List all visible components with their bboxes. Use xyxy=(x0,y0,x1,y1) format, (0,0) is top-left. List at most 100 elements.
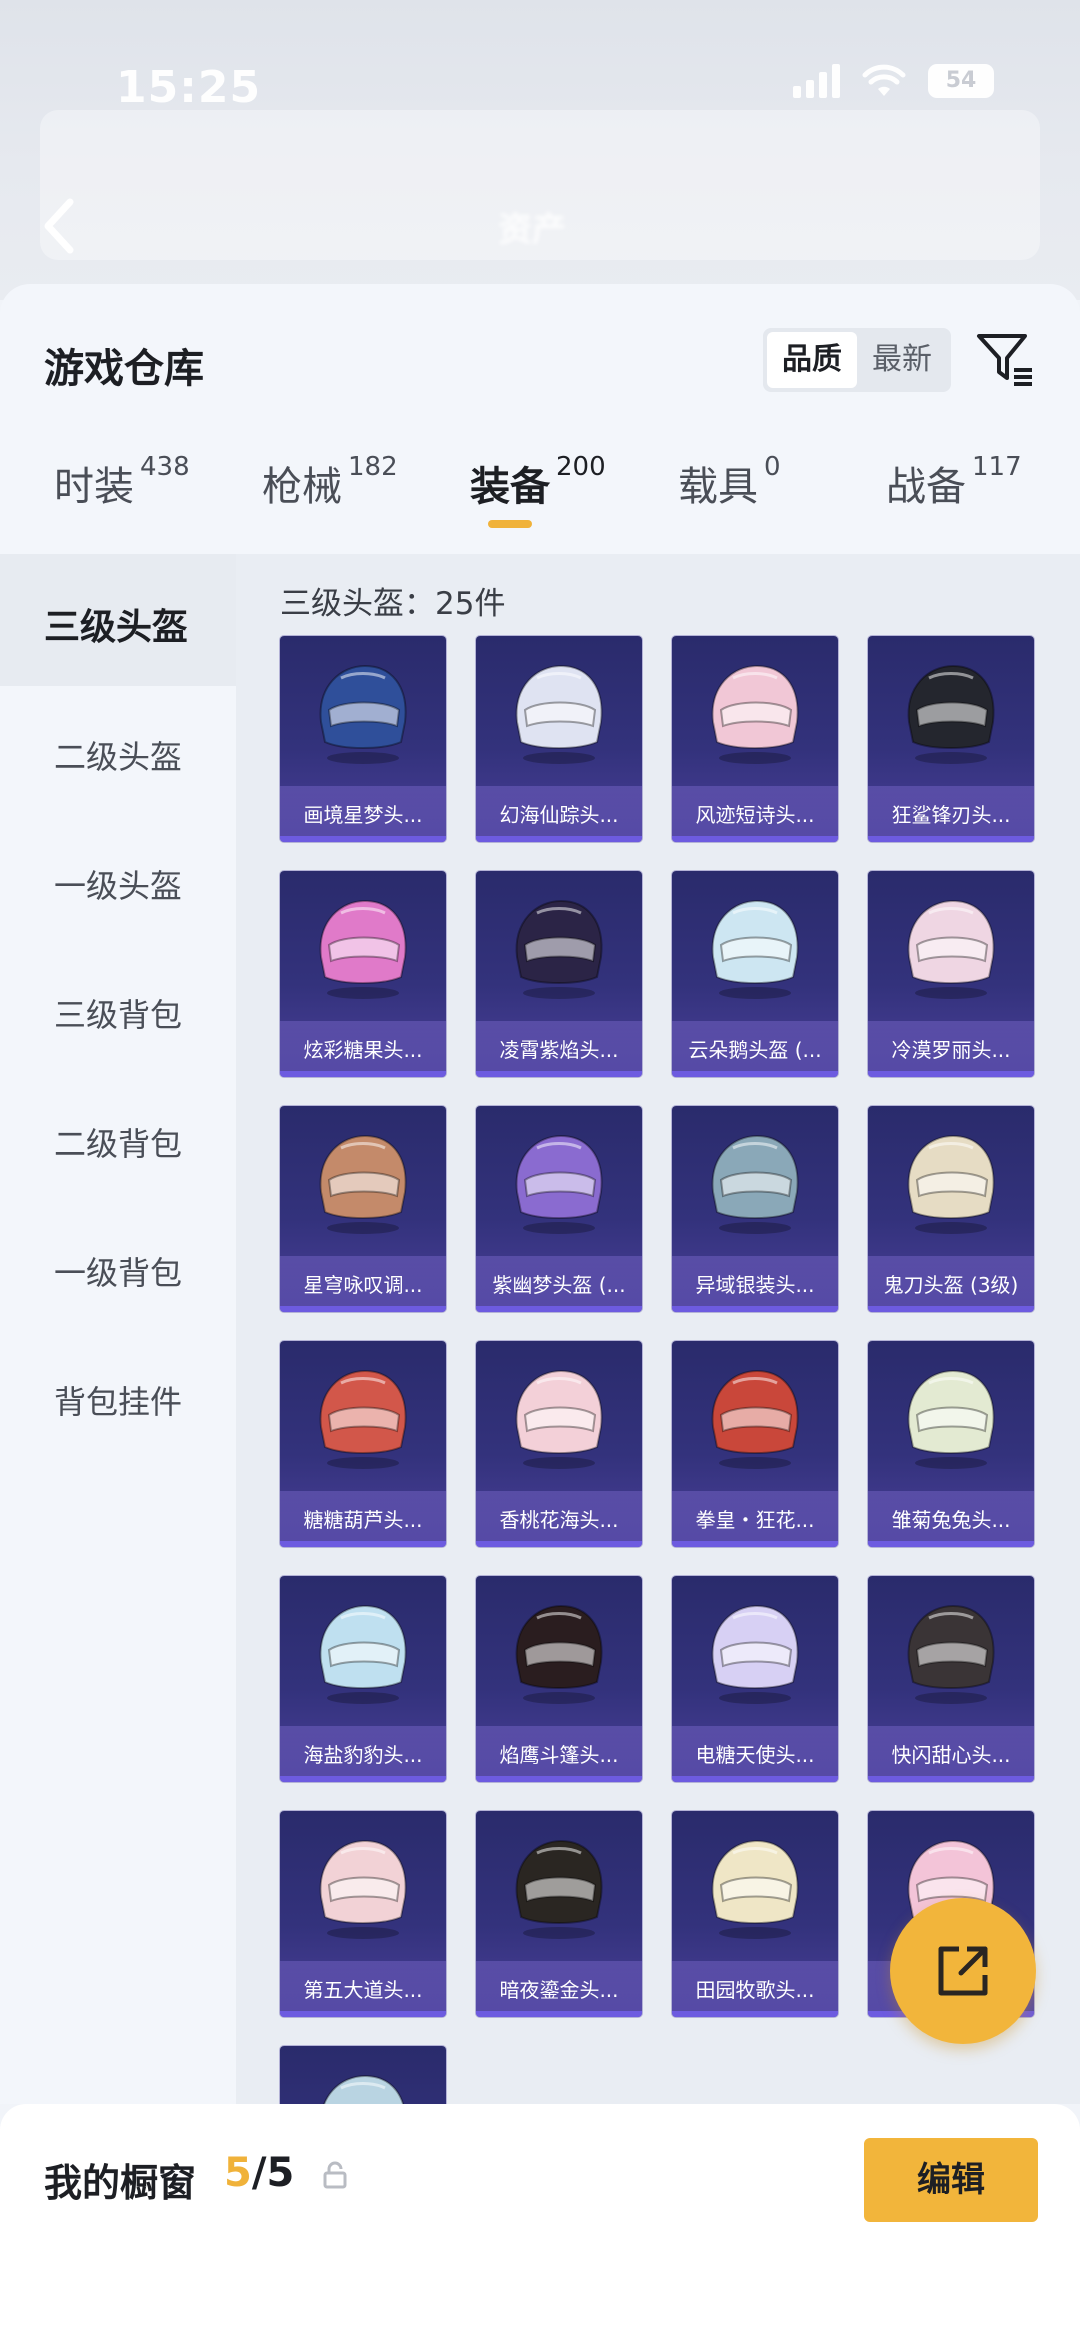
blurred-tab-label: 资产 xyxy=(498,210,566,250)
item-grid-area: 三级头盔：25件 画境星梦头... 幻海仙踪头... 风迹短诗头... 狂鲨锋刃头..… xyxy=(236,554,1080,2104)
sort-toggle: 品质 最新 xyxy=(763,328,951,392)
helmet-icon xyxy=(907,1134,995,1234)
section-title: 三级头盔：25件 xyxy=(280,586,506,622)
item-name: 画境星梦头... xyxy=(303,803,423,827)
signal-icon xyxy=(793,64,840,98)
item-card[interactable]: 画境星梦头... xyxy=(280,636,446,842)
showcase-separator: / xyxy=(251,2150,267,2196)
tab-label: 时装 xyxy=(54,464,134,510)
sidebar-item-level2-backpack[interactable]: 二级背包 xyxy=(0,1119,236,1165)
sidebar-item-level3-helmet[interactable]: 三级头盔 xyxy=(0,598,236,650)
item-card[interactable]: 鬼刀头盔 (3级) xyxy=(868,1106,1034,1312)
filter-funnel-icon xyxy=(977,334,1032,386)
share-icon xyxy=(938,1946,988,1996)
item-name: 拳皇・狂花... xyxy=(695,1508,815,1532)
item-name: 田园牧歌头... xyxy=(695,1978,815,2002)
item-rarity-line xyxy=(868,1776,1034,1782)
item-rarity-line xyxy=(672,836,838,842)
item-card[interactable]: 雏菊兔兔头... xyxy=(868,1341,1034,1547)
tab-vehicles[interactable]: 载具 0 xyxy=(678,452,781,512)
item-card[interactable]: 异域银装头... xyxy=(672,1106,838,1312)
sort-option-quality[interactable]: 品质 xyxy=(767,332,857,388)
status-icons: 54 xyxy=(793,64,994,98)
tab-label: 枪械 xyxy=(262,464,342,510)
filter-button[interactable] xyxy=(974,328,1036,390)
item-rarity-line xyxy=(476,1306,642,1312)
helmet-icon xyxy=(907,1369,995,1469)
item-card[interactable] xyxy=(280,2046,446,2104)
helmet-icon xyxy=(319,899,407,999)
sort-option-latest[interactable]: 最新 xyxy=(857,332,947,388)
item-rarity-line xyxy=(476,2011,642,2017)
item-name: 幻海仙踪头... xyxy=(499,803,619,827)
item-name: 糖糖葫芦头... xyxy=(303,1508,423,1532)
showcase-bar: 我的橱窗 5/5 编辑 xyxy=(0,2104,1080,2348)
item-name: 异域银装头... xyxy=(695,1273,815,1297)
helmet-icon xyxy=(319,1839,407,1939)
item-card[interactable]: 焰鹰斗篷头... xyxy=(476,1576,642,1782)
helmet-icon xyxy=(515,664,603,764)
item-card[interactable]: 幻海仙踪头... xyxy=(476,636,642,842)
item-card[interactable]: 第五大道头... xyxy=(280,1811,446,2017)
helmet-icon xyxy=(515,1369,603,1469)
item-card[interactable]: 暗夜鎏金头... xyxy=(476,1811,642,2017)
showcase-title: 我的橱窗 xyxy=(44,2161,197,2205)
back-arrow-icon[interactable] xyxy=(40,196,80,256)
helmet-icon xyxy=(319,1369,407,1469)
item-name: 快闪甜心头... xyxy=(891,1743,1011,1767)
item-card[interactable]: 狂鲨锋刃头... xyxy=(868,636,1034,842)
edit-button[interactable]: 编辑 xyxy=(864,2138,1038,2222)
helmet-icon xyxy=(711,664,799,764)
item-card[interactable]: 风迹短诗头... xyxy=(672,636,838,842)
lock-icon xyxy=(323,2161,347,2189)
tab-label: 装备 xyxy=(470,464,550,510)
item-name: 鬼刀头盔 (3级) xyxy=(883,1273,1019,1297)
item-name: 焰鹰斗篷头... xyxy=(499,1743,619,1767)
warehouse-sheet: 游戏仓库 品质 最新 时装 438 枪械 182 装备 200 载具 0 战备 … xyxy=(0,284,1080,2104)
item-card[interactable]: 紫幽梦头盔 (... xyxy=(476,1106,642,1312)
background-header: 资产 xyxy=(0,0,1080,300)
tab-guns[interactable]: 枪械 182 xyxy=(262,452,398,512)
showcase-total: 5 xyxy=(266,2150,295,2196)
item-card[interactable]: 冷漠罗丽头... xyxy=(868,871,1034,1077)
sidebar-item-level1-helmet[interactable]: 一级头盔 xyxy=(0,861,236,907)
showcase-current: 5 xyxy=(224,2150,252,2196)
item-name: 电糖天使头... xyxy=(695,1743,815,1767)
sidebar: 三级头盔 二级头盔 一级头盔 三级背包 二级背包 一级背包 背包挂件 xyxy=(0,554,236,2104)
item-card[interactable]: 香桃花海头... xyxy=(476,1341,642,1547)
item-name: 凌霄紫焰头... xyxy=(499,1038,619,1062)
sidebar-item-level1-backpack[interactable]: 一级背包 xyxy=(0,1248,236,1294)
helmet-icon xyxy=(907,664,995,764)
helmet-icon xyxy=(907,1604,995,1704)
item-name: 狂鲨锋刃头... xyxy=(891,803,1011,827)
item-card[interactable]: 田园牧歌头... xyxy=(672,1811,838,2017)
tab-equipment[interactable]: 装备 200 xyxy=(470,452,606,528)
item-card[interactable]: 凌霄紫焰头... xyxy=(476,871,642,1077)
item-name: 雏菊兔兔头... xyxy=(891,1508,1011,1532)
item-rarity-line xyxy=(868,1541,1034,1547)
item-card[interactable]: 海盐豹豹头... xyxy=(280,1576,446,1782)
item-card[interactable]: 快闪甜心头... xyxy=(868,1576,1034,1782)
helmet-icon xyxy=(515,1604,603,1704)
item-card[interactable]: 炫彩糖果头... xyxy=(280,871,446,1077)
sidebar-item-level3-backpack[interactable]: 三级背包 xyxy=(0,990,236,1036)
item-name: 冷漠罗丽头... xyxy=(891,1038,1011,1062)
item-card[interactable]: 糖糖葫芦头... xyxy=(280,1341,446,1547)
share-button[interactable] xyxy=(890,1898,1036,2044)
sidebar-item-backpack-charm[interactable]: 背包挂件 xyxy=(0,1377,236,1423)
tab-fashion[interactable]: 时装 438 xyxy=(54,452,190,512)
helmet-icon xyxy=(319,1604,407,1704)
item-card[interactable]: 电糖天使头... xyxy=(672,1576,838,1782)
sidebar-item-level2-helmet[interactable]: 二级头盔 xyxy=(0,732,236,778)
item-rarity-line xyxy=(280,1776,446,1782)
item-rarity-line xyxy=(476,1541,642,1547)
tab-count: 117 xyxy=(972,452,1022,482)
tab-count: 200 xyxy=(556,452,606,482)
item-card[interactable]: 拳皇・狂花... xyxy=(672,1341,838,1547)
item-card[interactable]: 云朵鹅头盔 (... xyxy=(672,871,838,1077)
tab-battle-gear[interactable]: 战备 117 xyxy=(886,452,1022,512)
helmet-icon xyxy=(711,1134,799,1234)
item-rarity-line xyxy=(868,1071,1034,1077)
item-card[interactable]: 星穹咏叹调... xyxy=(280,1106,446,1312)
helmet-icon xyxy=(711,1604,799,1704)
